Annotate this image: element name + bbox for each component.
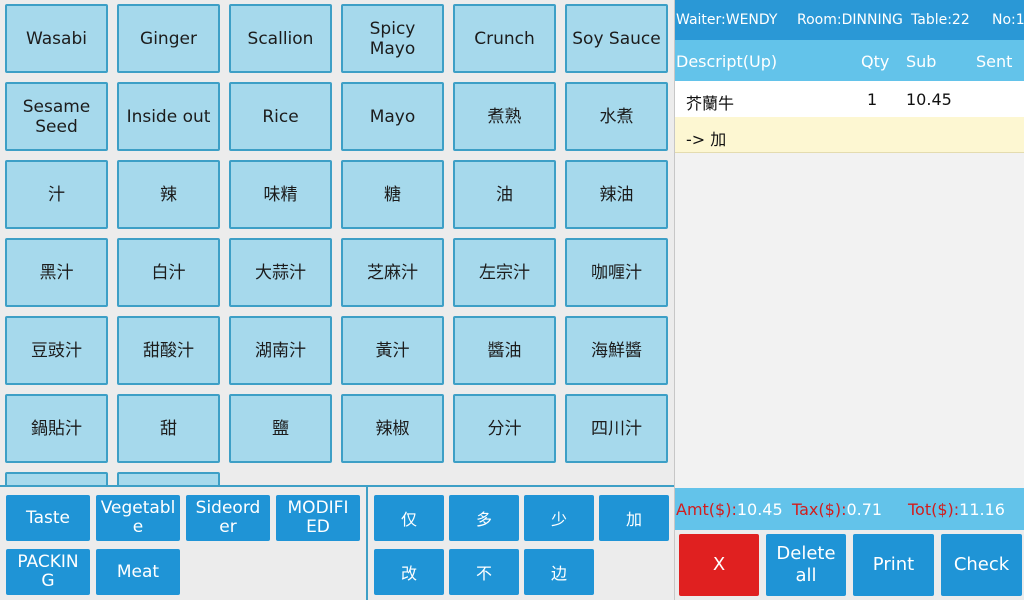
total-value: 11.16 [959,500,1005,519]
modifier-button-sugar[interactable]: 糖 [341,160,444,229]
modifier-button-partial-2[interactable] [117,472,220,485]
keyword-button-no[interactable]: 不 [449,549,519,595]
category-divider [366,487,368,600]
modifier-button-hunan-sauce[interactable]: 湖南汁 [229,316,332,385]
modifier-button-inside-out[interactable]: Inside out [117,82,220,151]
category-button-packing[interactable]: PACKIN G [6,549,90,595]
tax-label: Tax($): [792,500,847,519]
modifier-button-general-tso-sauce[interactable]: 左宗汁 [453,238,556,307]
amount-value: 10.45 [736,500,783,519]
category-bar: Taste Vegetabl e Sideord er MODIFI ED PA… [0,485,674,600]
order-row[interactable]: 芥蘭牛 1 10.45 [675,81,1024,117]
order-item-qty: 1 [867,90,878,109]
modifier-button-sweet[interactable]: 甜 [117,394,220,463]
modifier-button-boiled[interactable]: 水煮 [565,82,668,151]
category-button-vegetable[interactable]: Vegetabl e [96,495,180,541]
modifier-button-soy-sauce-cn[interactable]: 醬油 [453,316,556,385]
order-column-header: Descript(Up) Qty Sub Sent [675,40,1024,81]
delete-all-button[interactable]: Delete all [766,534,846,596]
modifier-button-chili-oil[interactable]: 辣油 [565,160,668,229]
modifier-button-spicy-mayo[interactable]: Spicy Mayo [341,4,444,73]
modifier-button-black-bean-sauce[interactable]: 豆豉汁 [5,316,108,385]
modifier-button-rice[interactable]: Rice [229,82,332,151]
total-label: Tot($): [908,500,960,519]
modifier-button-white-sauce[interactable]: 白汁 [117,238,220,307]
check-button[interactable]: Check [941,534,1022,596]
category-button-taste[interactable]: Taste [6,495,90,541]
modifier-button-msg[interactable]: 味精 [229,160,332,229]
keyword-button-side[interactable]: 边 [524,549,594,595]
modifier-button-curry-sauce[interactable]: 咖喱汁 [565,238,668,307]
category-button-sideorder[interactable]: Sideord er [186,495,270,541]
modifier-button-salt[interactable]: 鹽 [229,394,332,463]
modifier-button-yellow-sauce[interactable]: 黃汁 [341,316,444,385]
modifier-button-sauce-on-side[interactable]: 分汁 [453,394,556,463]
order-header: Waiter:WENDY Room:DINNING Table:22 No:1 [675,0,1024,40]
room-label: Room:DINNING [797,12,903,28]
modifier-button-sesame-seed[interactable]: Sesame Seed [5,82,108,151]
category-button-meat[interactable]: Meat [96,549,180,595]
order-modifier-row[interactable]: -> 加 [675,117,1024,153]
tax-value: 0.71 [846,500,883,519]
modifier-button-hoisin-sauce[interactable]: 海鮮醬 [565,316,668,385]
modifier-button-crunch[interactable]: Crunch [453,4,556,73]
modifier-button-oil[interactable]: 油 [453,160,556,229]
modifier-button-ginger[interactable]: Ginger [117,4,220,73]
modifier-grid: Wasabi Ginger Scallion Spicy Mayo Crunch… [0,0,674,485]
waiter-label: Waiter:WENDY [676,12,778,28]
column-sent: Sent [976,52,1013,71]
amount-label: Amt($): [676,500,737,519]
modifier-button-mayo[interactable]: Mayo [341,82,444,151]
modifier-button-wasabi[interactable]: Wasabi [5,4,108,73]
modifier-button-szechuan-sauce[interactable]: 四川汁 [565,394,668,463]
totals-bar: Amt($):10.45 Tax($):0.71 Tot($):11.16 [675,488,1024,530]
modifier-button-black-sauce[interactable]: 黑汁 [5,238,108,307]
modifier-button-partial-1[interactable] [5,472,108,485]
order-list: 芥蘭牛 1 10.45 -> 加 [675,81,1024,488]
order-panel: Waiter:WENDY Room:DINNING Table:22 No:1 … [674,0,1024,600]
column-sub: Sub [906,52,937,71]
modifier-button-sweet-sour-sauce[interactable]: 甜酸汁 [117,316,220,385]
order-item-sub: 10.45 [906,90,952,109]
keyword-button-more[interactable]: 多 [449,495,519,541]
keyword-button-change[interactable]: 改 [374,549,444,595]
order-modifier-text: -> 加 [686,130,727,149]
modifier-button-soy-sauce[interactable]: Soy Sauce [565,4,668,73]
table-label: Table:22 [911,12,970,28]
modifier-button-spicy[interactable]: 辣 [117,160,220,229]
cancel-button[interactable]: X [679,534,759,596]
modifier-button-potsticker-sauce[interactable]: 鍋貼汁 [5,394,108,463]
category-button-modified[interactable]: MODIFI ED [276,495,360,541]
column-qty: Qty [861,52,890,71]
order-number-label: No:1 [992,12,1024,28]
modifier-button-scallion[interactable]: Scallion [229,4,332,73]
modifier-button-chili-pepper[interactable]: 辣椒 [341,394,444,463]
keyword-button-only[interactable]: 仅 [374,495,444,541]
print-button[interactable]: Print [853,534,934,596]
keyword-button-add[interactable]: 加 [599,495,669,541]
modifier-button-sesame-sauce[interactable]: 芝麻汁 [341,238,444,307]
keyword-button-less[interactable]: 少 [524,495,594,541]
modifier-button-garlic-sauce[interactable]: 大蒜汁 [229,238,332,307]
modifier-button-cooked[interactable]: 煮熟 [453,82,556,151]
column-descript[interactable]: Descript(Up) [676,52,777,71]
order-item-name: 芥蘭牛 [686,94,735,113]
modifier-button-sauce[interactable]: 汁 [5,160,108,229]
